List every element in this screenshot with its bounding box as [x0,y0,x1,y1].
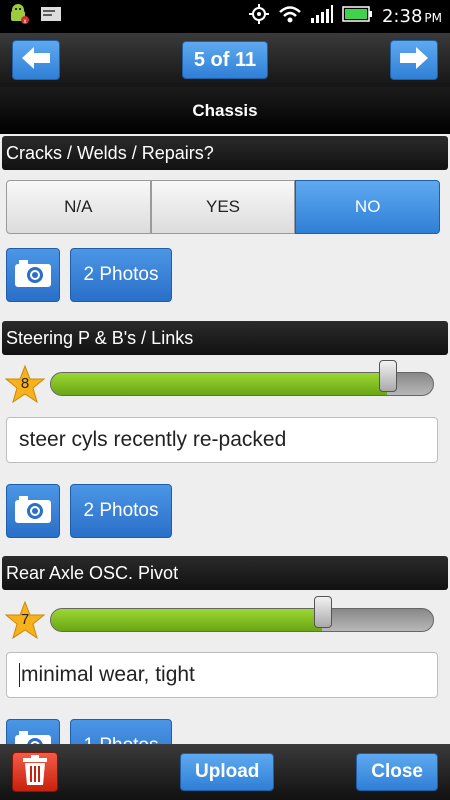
clock-ampm: PM [424,11,442,25]
bottom-toolbar: Upload Close [0,744,450,800]
photo-row: 2 Photos [6,484,172,538]
delete-button[interactable] [12,752,58,792]
camera-icon [13,493,53,530]
svg-text:x: x [24,19,27,25]
star-icon [4,600,46,646]
question-header: Rear Axle OSC. Pivot [2,556,448,590]
next-page-button[interactable] [390,40,438,80]
question-header: Cracks / Welds / Repairs? [2,136,448,170]
clock-time: 2:38 [381,6,423,27]
option-no-button[interactable]: NO [295,180,441,234]
rating-slider-row: 7 [4,596,444,642]
photo-row: 1 Photos [6,719,172,744]
photos-button[interactable]: 1 Photos [70,719,172,744]
camera-button[interactable] [6,484,60,538]
battery-icon [342,5,374,28]
star-icon [4,364,46,410]
slider-thumb[interactable] [313,596,332,628]
slider-fill [51,609,323,631]
prev-page-button[interactable] [12,40,60,80]
camera-icon [13,257,53,294]
clock: 2:38 PM [382,6,442,27]
camera-icon [13,728,53,744]
rating-star: 8 [4,364,46,406]
photos-button[interactable]: 2 Photos [70,484,172,538]
page-indicator-button[interactable]: 5 of 11 [182,41,268,79]
text-cursor [19,663,20,687]
rating-value: 8 [20,375,30,392]
slider-fill [51,373,388,395]
close-button[interactable]: Close [356,753,438,791]
rating-slider-row: 8 [4,360,444,406]
comment-field[interactable]: steer cyls recently re-packed [6,417,438,463]
inspection-list[interactable]: Cracks / Welds / Repairs? N/A YES NO 2 P… [0,134,450,744]
status-bar: x 2:38 PM [0,0,450,33]
camera-button[interactable] [6,719,60,744]
message-icon [40,6,62,27]
section-title: Chassis [0,87,450,134]
arrow-right-icon [398,45,430,76]
rating-slider[interactable] [50,608,434,632]
option-na-button[interactable]: N/A [6,180,151,234]
nav-bar: 5 of 11 [0,33,450,87]
wifi-icon [278,4,302,29]
comment-field[interactable]: minimal wear, tight [6,652,438,698]
option-yes-button[interactable]: YES [150,180,296,234]
photo-row: 2 Photos [6,248,172,302]
trash-icon [20,754,50,791]
photos-button[interactable]: 2 Photos [70,248,172,302]
camera-button[interactable] [6,248,60,302]
rating-star: 7 [4,600,46,642]
arrow-left-icon [20,45,52,76]
rating-value: 7 [20,611,30,628]
android-debug-icon: x [8,3,30,30]
gps-icon [248,3,270,30]
answer-selector: N/A YES NO [6,180,441,234]
upload-button[interactable]: Upload [180,753,275,791]
slider-thumb[interactable] [378,360,397,392]
comment-text: minimal wear, tight [21,663,195,686]
signal-icon [310,4,334,29]
rating-slider[interactable] [50,372,434,396]
question-header: Steering P & B's / Links [2,321,448,355]
